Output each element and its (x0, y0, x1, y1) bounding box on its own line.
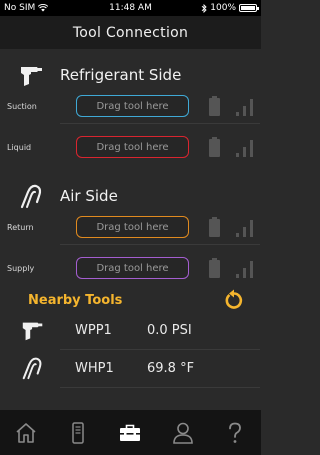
clamp-probe-icon (22, 357, 42, 380)
battery-status-icon (209, 258, 220, 278)
liquid-drop-slot[interactable]: Drag tool here (76, 136, 189, 158)
refrigerant-section-header: Refrigerant Side (0, 60, 261, 90)
tab-help[interactable] (215, 413, 255, 453)
carrier-label: No SIM (4, 3, 36, 13)
signal-strength-icon (236, 99, 253, 116)
refresh-icon[interactable] (224, 289, 244, 311)
nearby-tools-title: Nearby Tools (28, 292, 123, 308)
page-title-bar: Tool Connection (0, 16, 261, 49)
tab-bar (0, 410, 261, 455)
status-bar: No SIM 11:48 AM 100% (0, 0, 261, 16)
air-section-title: Air Side (60, 187, 118, 205)
battery-status-icon (209, 96, 220, 116)
battery-status-icon (209, 137, 220, 157)
battery-percent: 100% (210, 3, 236, 13)
tool-reading: 69.8 °F (147, 360, 195, 376)
nearby-tool-item[interactable]: WHP1 69.8 °F (0, 350, 261, 386)
tab-tools[interactable] (58, 413, 98, 453)
suction-drop-slot[interactable]: Drag tool here (76, 95, 189, 117)
supply-drop-slot[interactable]: Drag tool here (76, 257, 189, 279)
liquid-label: Liquid (7, 142, 32, 152)
air-section-header: Air Side (0, 181, 261, 211)
tool-name: WHP1 (75, 360, 114, 376)
return-row: Return Drag tool here (0, 214, 261, 240)
refrigerant-section-title: Refrigerant Side (60, 66, 182, 84)
nearby-tools-header: Nearby Tools (0, 289, 261, 311)
divider (60, 244, 260, 245)
nearby-tool-item[interactable]: WPP1 0.0 PSI (0, 312, 261, 348)
divider (60, 387, 260, 388)
signal-strength-icon (236, 140, 253, 157)
suction-row: Suction Drag tool here (0, 93, 261, 119)
pressure-probe-icon (21, 67, 42, 86)
return-drop-slot[interactable]: Drag tool here (76, 216, 189, 238)
bluetooth-icon (201, 3, 207, 13)
pressure-probe-icon (22, 322, 43, 341)
clamp-probe-icon (20, 184, 42, 209)
tab-home[interactable] (6, 413, 46, 453)
toolbox-icon (120, 424, 141, 441)
battery-icon (239, 4, 259, 12)
page-title: Tool Connection (72, 24, 189, 41)
user-icon (172, 422, 193, 444)
supply-label: Supply (7, 263, 35, 273)
suction-label: Suction (7, 101, 37, 111)
tool-icon (72, 421, 85, 444)
divider (60, 123, 260, 124)
help-icon (228, 422, 241, 443)
return-label: Return (7, 222, 34, 232)
tab-toolbox[interactable] (110, 413, 150, 453)
tab-profile[interactable] (163, 413, 203, 453)
battery-status-icon (209, 217, 220, 237)
signal-strength-icon (236, 261, 253, 278)
tool-reading: 0.0 PSI (147, 322, 192, 338)
liquid-row: Liquid Drag tool here (0, 134, 261, 160)
supply-row: Supply Drag tool here (0, 255, 261, 281)
tool-name: WPP1 (75, 322, 112, 338)
signal-strength-icon (236, 220, 253, 237)
wifi-icon (38, 4, 49, 12)
home-icon (16, 422, 36, 443)
